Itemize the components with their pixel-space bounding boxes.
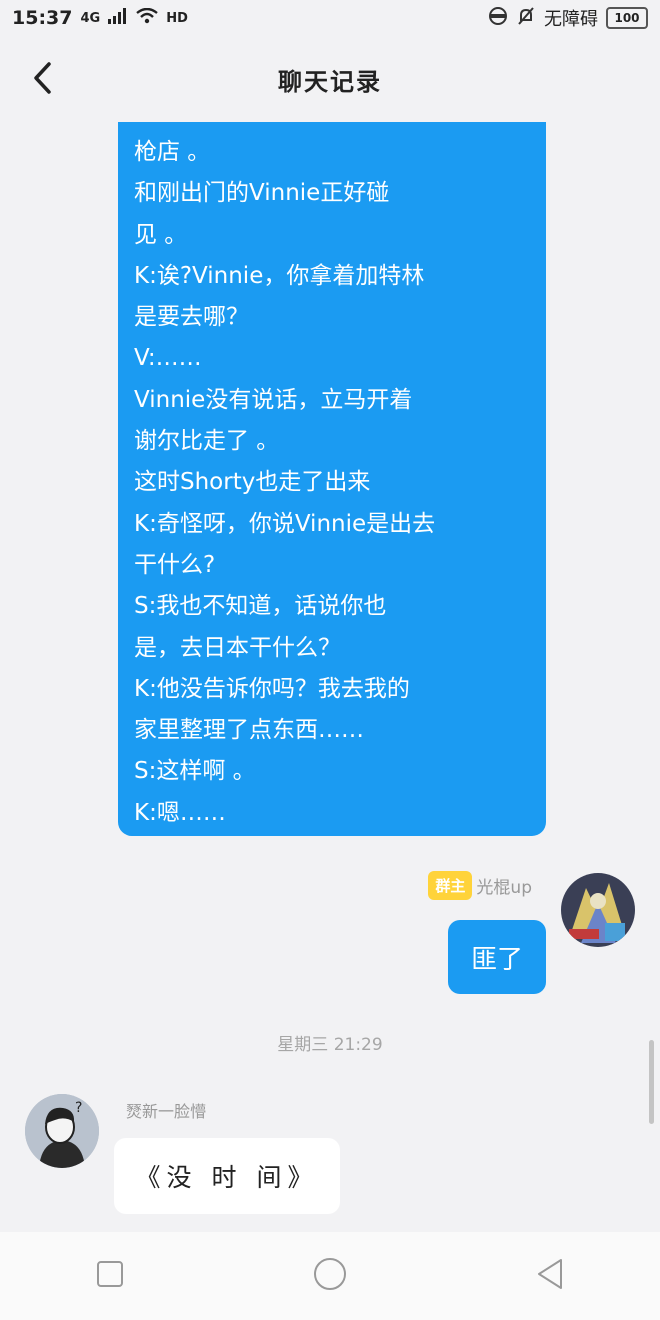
accessibility-label: 无障碍	[544, 9, 598, 30]
circle-icon	[313, 1257, 347, 1295]
chat-history[interactable]: 枪店 。 和刚出门的Vinnie正好碰 见 。 K:诶?Vinnie，你拿着加特…	[0, 122, 660, 1232]
message-bubble-other[interactable]: 《没 时 间》	[114, 1138, 340, 1214]
svg-text:?: ?	[75, 1100, 82, 1116]
hd-label: HD	[166, 10, 188, 26]
navigation-bar	[0, 1232, 660, 1320]
status-time: 15:37	[12, 7, 73, 29]
back-button[interactable]	[22, 60, 62, 100]
chevron-left-icon	[31, 61, 53, 99]
other-sender-name: 燹新一脸懵	[126, 1102, 207, 1121]
muted-bell-icon	[516, 6, 536, 31]
signal-icon	[108, 7, 128, 29]
back-nav-button[interactable]	[530, 1256, 570, 1296]
avatar-other[interactable]: ?	[25, 1094, 99, 1168]
network-label: 4G	[80, 10, 101, 26]
battery-icon: 100	[606, 7, 648, 29]
header: 聊天记录	[0, 36, 660, 122]
wifi-icon	[136, 7, 158, 29]
message-bubble-short[interactable]: 匪了	[448, 920, 546, 994]
do-not-disturb-icon	[488, 6, 508, 31]
role-badge: 群主	[428, 871, 473, 900]
home-button[interactable]	[310, 1256, 350, 1296]
sender-info: 群主 光棍up	[428, 871, 532, 900]
triangle-back-icon	[535, 1258, 565, 1294]
status-right: 无障碍 100	[488, 5, 648, 31]
status-left: 15:37 4G HD	[12, 7, 188, 29]
recent-apps-button[interactable]	[90, 1256, 130, 1296]
page-title: 聊天记录	[278, 67, 382, 96]
time-divider: 星期三 21:29	[277, 1035, 383, 1055]
status-bar: 15:37 4G HD 无障碍 100	[0, 0, 660, 36]
square-icon	[96, 1260, 124, 1292]
message-bubble-long[interactable]: 枪店 。 和刚出门的Vinnie正好碰 见 。 K:诶?Vinnie，你拿着加特…	[118, 122, 546, 836]
avatar-sender[interactable]	[561, 873, 635, 947]
scrollbar[interactable]	[649, 1040, 654, 1124]
sender-name: 光棍up	[476, 878, 532, 898]
